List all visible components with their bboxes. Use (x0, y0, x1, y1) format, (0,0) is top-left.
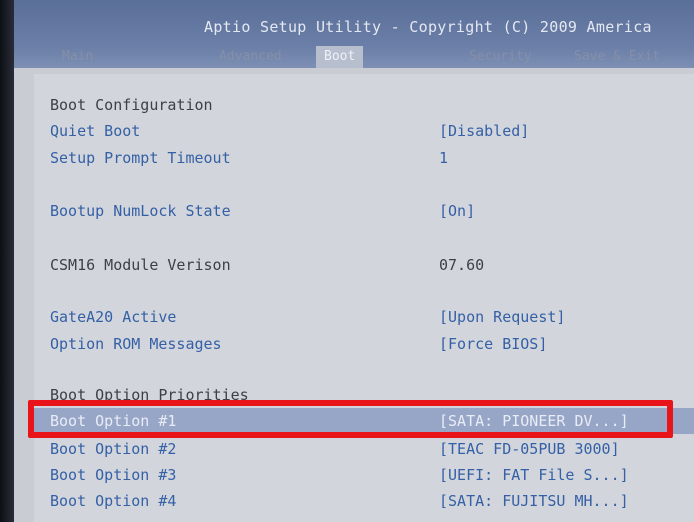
bootup-numlock-value[interactable]: [On] (439, 202, 475, 220)
csm16-label: CSM16 Module Verison (50, 256, 231, 274)
bios-screen: Aptio Setup Utility - Copyright (C) 2009… (14, 0, 694, 522)
gatea20-value[interactable]: [Upon Request] (439, 308, 565, 326)
tab-security[interactable]: Security (469, 46, 532, 68)
tab-main[interactable]: Main (62, 46, 93, 68)
option-rom-value[interactable]: [Force BIOS] (439, 335, 547, 353)
bootup-numlock-label[interactable]: Bootup NumLock State (50, 202, 231, 220)
quiet-boot-label[interactable]: Quiet Boot (50, 122, 140, 140)
csm16-value: 07.60 (439, 256, 485, 274)
boot-option-2-value[interactable]: [TEAC FD-05PUB 3000] (439, 440, 620, 458)
setup-prompt-timeout-label[interactable]: Setup Prompt Timeout (50, 149, 231, 167)
gatea20-label[interactable]: GateA20 Active (50, 308, 176, 326)
tab-boot[interactable]: Boot (316, 46, 364, 68)
section-boot-configuration: Boot Configuration (50, 96, 213, 114)
setup-prompt-timeout-value[interactable]: 1 (439, 149, 448, 167)
boot-option-3-value[interactable]: [UEFI: FAT File S...] (439, 466, 629, 484)
boot-option-4-label[interactable]: Boot Option #4 (50, 492, 176, 510)
boot-option-3-label[interactable]: Boot Option #3 (50, 466, 176, 484)
boot-panel: Boot Configuration Quiet Boot [Disabled]… (34, 74, 694, 522)
tab-advanced[interactable]: Advanced (219, 46, 282, 68)
quiet-boot-value[interactable]: [Disabled] (439, 122, 529, 140)
tab-bar: Main Advanced Boot Security Save & Exit (14, 46, 694, 68)
tab-save-exit[interactable]: Save & Exit (574, 46, 660, 68)
boot-option-4-value[interactable]: [SATA: FUJITSU MH...] (439, 492, 629, 510)
option-rom-label[interactable]: Option ROM Messages (50, 335, 222, 353)
red-highlight-box (28, 400, 673, 438)
bios-title: Aptio Setup Utility - Copyright (C) 2009… (204, 18, 652, 36)
bios-header: Aptio Setup Utility - Copyright (C) 2009… (14, 0, 694, 68)
boot-option-2-label[interactable]: Boot Option #2 (50, 440, 176, 458)
monitor-bezel (0, 0, 14, 522)
